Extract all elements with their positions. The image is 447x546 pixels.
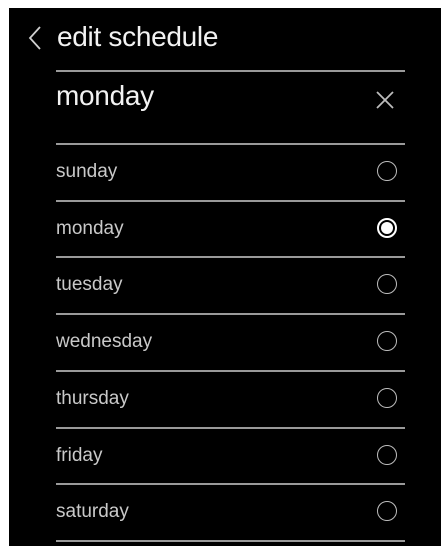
day-option-1[interactable]: monday	[56, 202, 405, 256]
radio-unchecked-icon[interactable]	[377, 445, 397, 465]
day-option-6[interactable]: saturday	[56, 485, 405, 539]
radio-unchecked-icon[interactable]	[377, 388, 397, 408]
day-option-5[interactable]: friday	[56, 429, 405, 483]
selected-day-field: monday	[56, 72, 405, 142]
radio-unchecked-icon[interactable]	[377, 331, 397, 351]
schedule-screen: edit schedule monday sunday monday tuesday…	[9, 8, 441, 546]
radio-unchecked-icon[interactable]	[377, 161, 397, 181]
day-option-2[interactable]: tuesday	[56, 258, 405, 312]
day-option-label: wednesday	[56, 331, 153, 352]
day-option-3[interactable]: wednesday	[56, 315, 405, 369]
day-option-label: tuesday	[56, 274, 123, 295]
radio-unchecked-icon[interactable]	[377, 501, 397, 521]
day-option-label: saturday	[56, 501, 129, 522]
day-option-4[interactable]: thursday	[56, 372, 405, 426]
radio-checked-icon[interactable]	[377, 218, 397, 238]
day-option-label: friday	[56, 445, 103, 466]
clear-button[interactable]	[373, 88, 397, 112]
day-option-0[interactable]: sunday	[56, 145, 405, 199]
day-option-label: sunday	[56, 161, 118, 182]
day-option-label: monday	[56, 218, 124, 239]
day-option-label: thursday	[56, 388, 129, 409]
header: edit schedule	[9, 8, 441, 70]
chevron-left-icon	[28, 26, 41, 50]
close-icon	[376, 91, 394, 109]
page-title: edit schedule	[57, 21, 219, 52]
divider	[56, 540, 405, 542]
back-button[interactable]	[25, 25, 47, 51]
radio-unchecked-icon[interactable]	[377, 274, 397, 294]
selected-day-value: monday	[56, 80, 154, 111]
